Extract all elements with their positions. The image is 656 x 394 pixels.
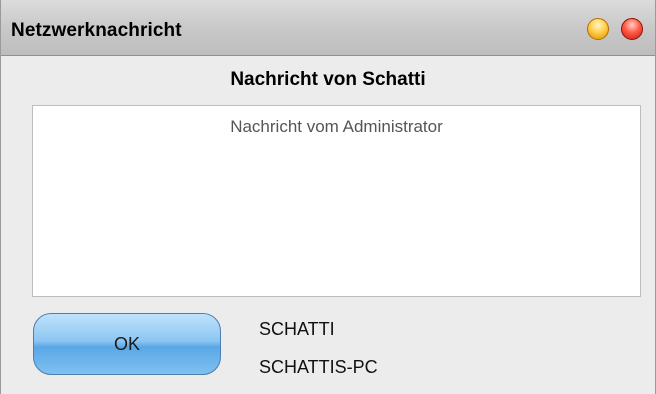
minimize-button[interactable] bbox=[587, 18, 609, 40]
ok-button[interactable]: OK bbox=[33, 313, 221, 375]
message-textarea[interactable]: Nachricht vom Administrator bbox=[32, 105, 641, 297]
window-title: Netzwerknachricht bbox=[11, 20, 182, 41]
close-button[interactable] bbox=[621, 18, 643, 40]
message-text: Nachricht vom Administrator bbox=[230, 117, 443, 136]
sender-user: SCHATTI bbox=[259, 319, 335, 339]
title-bar[interactable]: Netzwerknachricht bbox=[1, 0, 655, 56]
sender-host: SCHATTIS-PC bbox=[259, 357, 378, 377]
network-message-window: Netzwerknachricht Nachricht von Schatti … bbox=[0, 0, 656, 394]
dialog-heading: Nachricht von Schatti bbox=[230, 69, 426, 90]
